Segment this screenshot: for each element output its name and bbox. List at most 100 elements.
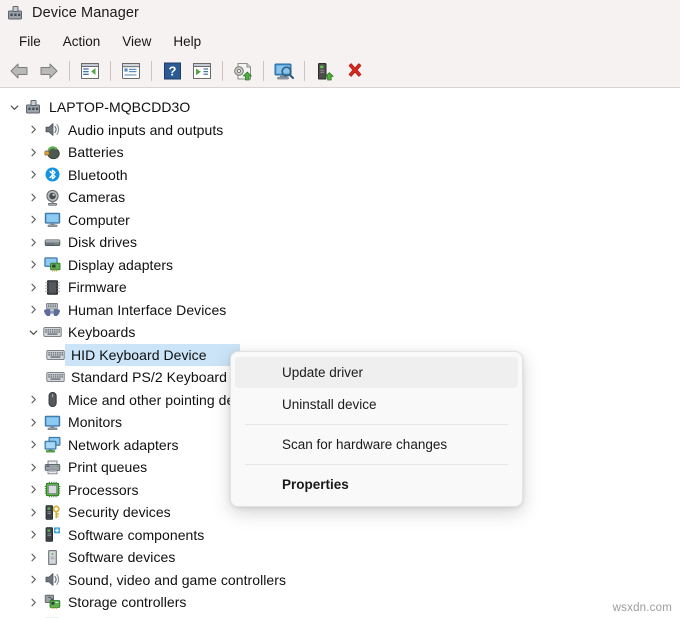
tree-node-label: Computer xyxy=(68,211,130,228)
ctx-properties[interactable]: Properties xyxy=(235,469,518,500)
chevron-right-icon[interactable] xyxy=(24,276,42,298)
tree-node-label: Sound, video and game controllers xyxy=(68,571,287,588)
forward-arrow-icon[interactable] xyxy=(34,58,64,84)
device-manager-window: Device Manager File Action View Help ? L… xyxy=(0,0,680,618)
tree-node-label: Network adapters xyxy=(68,436,179,453)
properties-icon[interactable] xyxy=(116,58,146,84)
tree-node-cameras[interactable]: Cameras xyxy=(0,186,680,209)
toolbar-separator xyxy=(110,61,111,81)
tree-node-label: HID Keyboard Device xyxy=(71,346,207,363)
monitor-icon xyxy=(42,211,62,229)
chevron-right-icon[interactable] xyxy=(24,524,42,546)
tree-node-label: Cameras xyxy=(68,189,126,206)
chevron-right-icon[interactable] xyxy=(24,164,42,186)
ctx-scan-hardware[interactable]: Scan for hardware changes xyxy=(235,429,518,460)
tree-node-label: LAPTOP-MQBCDD3O xyxy=(49,99,191,116)
toolbar-separator xyxy=(69,61,70,81)
tree-node-disk-drives[interactable]: Disk drives xyxy=(0,231,680,254)
chevron-right-icon[interactable] xyxy=(24,231,42,253)
tree-node-bluetooth[interactable]: Bluetooth xyxy=(0,164,680,187)
toolbar-separator xyxy=(222,61,223,81)
tree-node-sound-video-and-game-controllers[interactable]: Sound, video and game controllers xyxy=(0,569,680,592)
menu-view[interactable]: View xyxy=(111,31,162,52)
back-arrow-icon[interactable] xyxy=(4,58,34,84)
battery-icon xyxy=(42,143,62,161)
chevron-right-icon[interactable] xyxy=(24,479,42,501)
toolbar-separator xyxy=(151,61,152,81)
menu-action[interactable]: Action xyxy=(52,31,112,52)
show-hide-console-tree-icon[interactable] xyxy=(75,58,105,84)
chevron-down-icon[interactable] xyxy=(5,96,23,118)
network-adapter-icon xyxy=(42,436,62,454)
update-driver-icon[interactable] xyxy=(228,58,258,84)
keyboard-icon xyxy=(45,346,65,364)
uninstall-device-icon[interactable] xyxy=(340,58,370,84)
storage-controller-icon xyxy=(42,593,62,611)
tree-node-root[interactable]: LAPTOP-MQBCDD3O xyxy=(0,96,680,119)
chevron-right-icon[interactable] xyxy=(24,254,42,276)
tree-node-label: Keyboards xyxy=(68,324,136,341)
menu-help[interactable]: Help xyxy=(162,31,212,52)
bluetooth-icon xyxy=(42,166,62,184)
processor-icon xyxy=(42,481,62,499)
software-device-icon xyxy=(42,548,62,566)
tree-node-software-components[interactable]: Software components xyxy=(0,524,680,547)
tree-node-label: Batteries xyxy=(68,144,124,161)
tree-node-computer[interactable]: Computer xyxy=(0,209,680,232)
chevron-right-icon[interactable] xyxy=(24,141,42,163)
tree-node-audio-inputs-and-outputs[interactable]: Audio inputs and outputs xyxy=(0,119,680,142)
chevron-right-icon[interactable] xyxy=(24,501,42,523)
chevron-right-icon[interactable] xyxy=(24,546,42,568)
toolbar: ? xyxy=(0,55,680,88)
tree-node-label: Display adapters xyxy=(68,256,174,273)
tree-node-human-interface-devices[interactable]: Human Interface Devices xyxy=(0,299,680,322)
watermark: wsxdn.com xyxy=(612,602,672,614)
toolbar-separator xyxy=(263,61,264,81)
printer-icon xyxy=(42,458,62,476)
tree-node-label: Security devices xyxy=(68,504,171,521)
tree-node-software-devices[interactable]: Software devices xyxy=(0,546,680,569)
tree-node-storage-controllers[interactable]: Storage controllers xyxy=(0,591,680,614)
window-title: Device Manager xyxy=(32,5,139,22)
tree-node-label: Disk drives xyxy=(68,234,138,251)
chevron-right-icon[interactable] xyxy=(24,456,42,478)
disk-drive-icon xyxy=(42,233,62,251)
menu-file[interactable]: File xyxy=(8,31,52,52)
tree-node-batteries[interactable]: Batteries xyxy=(0,141,680,164)
tree-node-display-adapters[interactable]: Display adapters xyxy=(0,254,680,277)
chevron-right-icon[interactable] xyxy=(24,299,42,321)
tree-node-label: Standard PS/2 Keyboard xyxy=(71,369,227,386)
chevron-right-icon[interactable] xyxy=(24,591,42,613)
chevron-right-icon[interactable] xyxy=(24,389,42,411)
context-menu-separator xyxy=(245,424,508,425)
tree-node-label: Human Interface Devices xyxy=(68,301,227,318)
firmware-chip-icon xyxy=(42,278,62,296)
chevron-right-icon[interactable] xyxy=(24,186,42,208)
tree-node-firmware[interactable]: Firmware xyxy=(0,276,680,299)
software-component-icon xyxy=(42,526,62,544)
tree-node-keyboards[interactable]: Keyboards xyxy=(0,321,680,344)
chevron-right-icon[interactable] xyxy=(24,614,42,618)
tree-node-label: Storage controllers xyxy=(68,594,187,611)
title-bar: Device Manager xyxy=(0,0,680,27)
chevron-right-icon[interactable] xyxy=(24,434,42,456)
ctx-update-driver[interactable]: Update driver xyxy=(235,357,518,388)
speaker-icon xyxy=(42,571,62,589)
scan-for-hardware-changes-icon[interactable] xyxy=(269,58,299,84)
device-manager-icon xyxy=(7,5,24,22)
ctx-uninstall-device[interactable]: Uninstall device xyxy=(235,389,518,420)
display-adapter-icon xyxy=(42,256,62,274)
context-menu: Update driver Uninstall device Scan for … xyxy=(230,351,523,507)
chevron-right-icon[interactable] xyxy=(24,569,42,591)
show-hide-action-pane-icon[interactable] xyxy=(187,58,217,84)
chevron-right-icon[interactable] xyxy=(24,411,42,433)
add-legacy-hardware-icon[interactable] xyxy=(310,58,340,84)
tree-node-partial-cutoff[interactable] xyxy=(0,614,680,618)
chevron-down-icon[interactable] xyxy=(24,321,42,343)
speaker-icon xyxy=(42,121,62,139)
camera-icon xyxy=(42,188,62,206)
chevron-right-icon[interactable] xyxy=(24,119,42,141)
monitor-icon xyxy=(42,413,62,431)
chevron-right-icon[interactable] xyxy=(24,209,42,231)
help-icon[interactable]: ? xyxy=(157,58,187,84)
